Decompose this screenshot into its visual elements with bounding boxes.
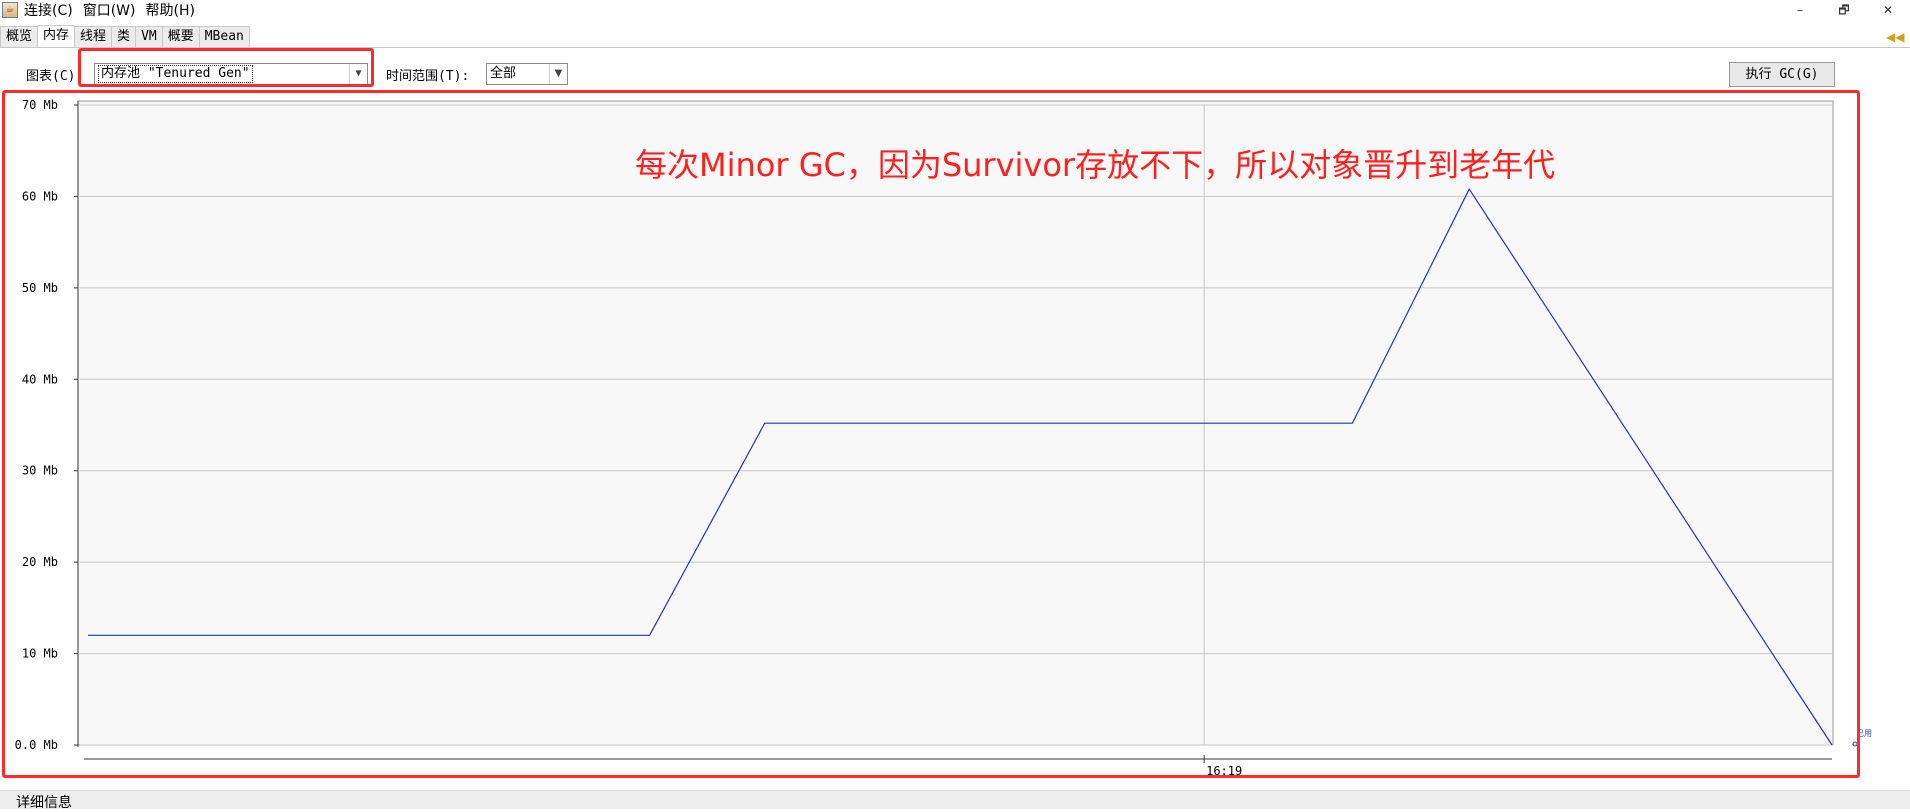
details-footer: 详细信息	[0, 790, 1910, 811]
y-tick-label: 10 Mb	[22, 647, 58, 661]
memory-chart: 70 Mb 60 Mb 50 Mb 40 Mb 30 Mb 20 Mb 10 Mb 0.0 M…	[15, 98, 1872, 778]
legend-marker	[1852, 741, 1858, 747]
annotation-text: 每次Minor GC，因为Survivor存放不下，所以对象晋升到老年代	[635, 146, 1556, 184]
y-tick-label: 70 Mb	[22, 98, 58, 112]
y-tick-label: 60 Mb	[22, 189, 58, 203]
y-tick-label: 50 Mb	[22, 281, 58, 295]
x-tick-label: 16:19	[1206, 764, 1242, 778]
y-tick-label: 40 Mb	[22, 372, 58, 386]
y-tick-label: 20 Mb	[22, 555, 58, 569]
y-tick-label: 30 Mb	[22, 464, 58, 478]
y-tick-label: 0.0 Mb	[15, 738, 58, 752]
details-label: 详细信息	[16, 795, 72, 811]
legend-used: 已用	[1856, 729, 1872, 738]
